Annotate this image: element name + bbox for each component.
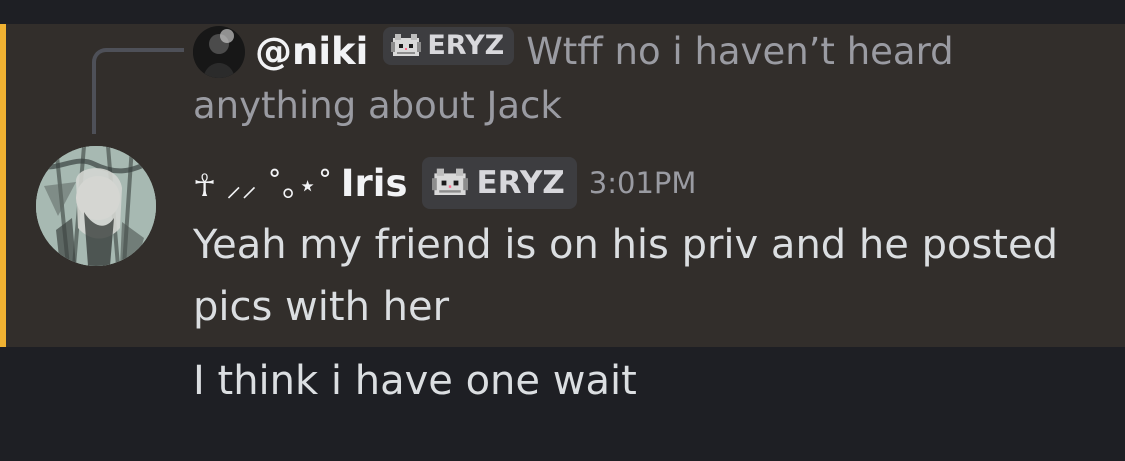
author-tag: ERYZ (422, 157, 577, 209)
message-header: ☥ ⸝⸝ ˚｡⋆˚ Iris ERYZ 3:01PM (193, 153, 696, 213)
reply-username[interactable]: @niki (255, 30, 368, 73)
author-name-decoration[interactable]: ☥ ⸝⸝ ˚｡⋆˚ (193, 160, 333, 206)
mention-highlight-bar (0, 24, 6, 347)
cat-icon (391, 34, 422, 58)
message-line-2: pics with her (193, 284, 450, 330)
reply-tag: ERYZ (383, 27, 515, 65)
followup-message: I think i have one wait (193, 358, 637, 404)
reply-tag-label: ERYZ (427, 30, 505, 61)
author-name[interactable]: Iris (341, 162, 408, 205)
author-tag-label: ERYZ (476, 165, 565, 201)
author-avatar[interactable] (36, 146, 156, 266)
top-strip (0, 0, 1125, 24)
cat-icon (432, 168, 469, 198)
reply-spine (92, 48, 184, 134)
reply-preview[interactable]: @niki ERYZ Wtff no i haven’t heard anythi… (193, 25, 1103, 133)
message-timestamp: 3:01PM (588, 166, 697, 200)
message-line-1: Yeah my friend is on his priv and he pos… (193, 222, 1058, 268)
